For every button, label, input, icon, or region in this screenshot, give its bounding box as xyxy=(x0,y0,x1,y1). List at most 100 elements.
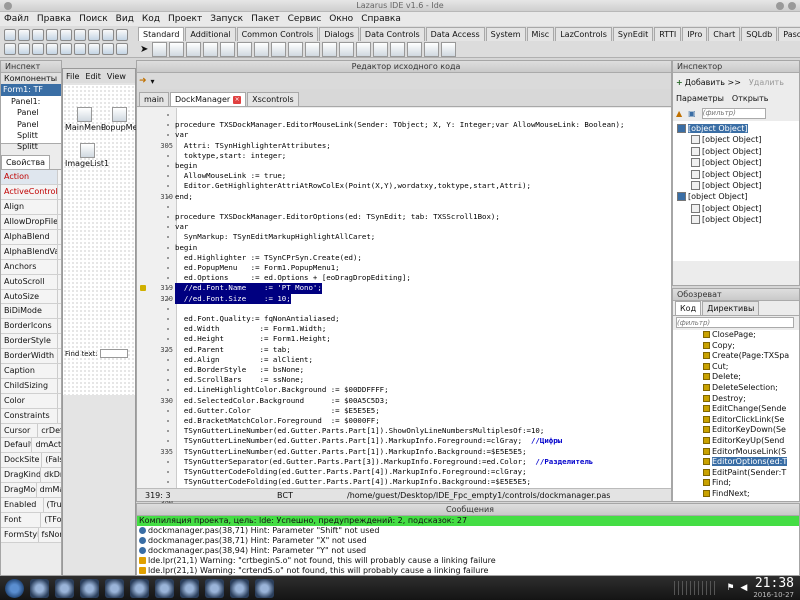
palette-pointer-icon[interactable]: ➤ xyxy=(140,44,148,55)
palette-component-icon[interactable] xyxy=(305,42,321,57)
property-row[interactable]: Anchors xyxy=(1,259,61,275)
package-tree-item[interactable]: [object Object] xyxy=(673,134,799,145)
open-button[interactable]: Открыть xyxy=(732,94,769,103)
property-row[interactable]: DragModedmManual xyxy=(1,483,61,498)
toolbar-icon[interactable] xyxy=(116,29,128,41)
window-menu-icon[interactable] xyxy=(4,2,12,10)
menu-item[interactable]: Запуск xyxy=(206,12,247,26)
property-row[interactable]: DefaultMonitordmActiveForm xyxy=(1,438,61,454)
flag-icon[interactable]: ⚑ xyxy=(726,583,734,593)
code-explorer-item[interactable]: EditorOptions(ed:T xyxy=(703,457,799,468)
palette-tab[interactable]: LazControls xyxy=(555,27,612,41)
code-explorer-item[interactable]: Create(Page:TXSpa xyxy=(703,351,799,362)
menu-item[interactable]: Правка xyxy=(33,12,75,26)
message-row[interactable]: dockmanager.pas(38,71) Hint: Parameter "… xyxy=(137,526,799,536)
toolbar-icon[interactable] xyxy=(102,43,114,55)
toolbar-icon[interactable] xyxy=(102,29,114,41)
property-row[interactable]: BiDiMode xyxy=(1,304,61,320)
toolbar-icon[interactable] xyxy=(46,29,58,41)
toolbar-icon[interactable] xyxy=(60,29,72,41)
find-input[interactable] xyxy=(99,349,128,358)
code-explorer-item[interactable]: DeleteSelection; xyxy=(703,383,799,394)
taskbar-app-icon[interactable] xyxy=(180,578,199,598)
add-icon[interactable]: + xyxy=(676,78,683,87)
code-explorer-item[interactable]: FindNext; xyxy=(703,489,799,500)
palette-component-icon[interactable] xyxy=(373,42,389,57)
palette-component-icon[interactable] xyxy=(271,42,287,57)
property-row[interactable]: CursorcrDefault xyxy=(1,423,61,439)
code-area[interactable]: 305310319320325330335340 procedure TXSDo… xyxy=(137,108,671,517)
clock-time[interactable]: 21:38 xyxy=(753,577,794,591)
palette-component-icon[interactable] xyxy=(356,42,372,57)
directory-icon[interactable]: ▣ xyxy=(688,109,696,118)
taskbar-app-icon[interactable] xyxy=(30,578,49,598)
palette-component-icon[interactable] xyxy=(339,42,355,57)
palette-component-icon[interactable] xyxy=(237,42,253,57)
component-tree-item[interactable]: Panel xyxy=(1,119,61,130)
designer-menu-item[interactable]: Edit xyxy=(82,72,104,81)
palette-tab[interactable]: SQLdb xyxy=(741,27,778,41)
tab-properties[interactable]: Свойства xyxy=(1,154,51,169)
property-row[interactable]: Caption xyxy=(1,363,61,379)
component-tree-item[interactable]: Panel1: xyxy=(1,96,61,107)
package-tree-item[interactable]: [object Object] xyxy=(673,203,799,214)
taskbar-app-icon[interactable] xyxy=(255,578,274,598)
code-explorer-item[interactable]: EditChange(Sende xyxy=(703,404,799,415)
toolbar-icon[interactable] xyxy=(60,43,72,55)
message-row[interactable]: lde.lpr(21,1) Warning: "crtendS.o" not f… xyxy=(137,566,799,576)
property-row[interactable]: Action xyxy=(1,170,61,186)
message-row[interactable]: dockmanager.pas(38,71) Hint: Parameter "… xyxy=(137,536,799,546)
code-explorer-item[interactable]: Copy; xyxy=(703,341,799,352)
volume-icon[interactable]: ◀ xyxy=(740,583,747,593)
property-row[interactable]: Color xyxy=(1,393,61,409)
menu-item[interactable]: Вид xyxy=(112,12,138,26)
taskbar-app-icon[interactable] xyxy=(230,578,249,598)
code-filter-input[interactable] xyxy=(676,317,794,328)
property-row[interactable]: Font(TFont) xyxy=(1,512,61,528)
toolbar-icon[interactable] xyxy=(4,43,16,55)
add-button[interactable]: Добавить >> xyxy=(685,78,741,87)
palette-tab[interactable]: IPro xyxy=(682,27,708,41)
minimize-icon[interactable] xyxy=(776,2,784,10)
close-icon[interactable] xyxy=(788,2,796,10)
package-tree-item[interactable]: [object Object] xyxy=(673,214,799,225)
package-tree-item[interactable]: [object Object] xyxy=(673,169,799,180)
code-explorer-item[interactable]: EditorKeyUp(Send xyxy=(703,436,799,447)
taskbar-app-icon[interactable] xyxy=(130,578,149,598)
mainmenu-component[interactable]: MainMenu xyxy=(65,107,106,132)
palette-tab[interactable]: System xyxy=(485,27,526,41)
code-explorer-item[interactable]: Cut; xyxy=(703,362,799,373)
property-row[interactable]: DockSite(False) xyxy=(1,453,61,469)
property-row[interactable]: BorderWidth xyxy=(1,349,61,364)
palette-component-icon[interactable] xyxy=(203,42,219,57)
component-tree-item[interactable]: Panel xyxy=(1,107,61,118)
toolbar-icon[interactable] xyxy=(4,29,16,41)
editor-tab[interactable]: DockManager × xyxy=(170,92,247,106)
property-row[interactable]: Enabled(True) xyxy=(1,497,61,513)
palette-component-icon[interactable] xyxy=(424,42,440,57)
taskbar-app-icon[interactable] xyxy=(155,578,174,598)
editor-tab[interactable]: main xyxy=(139,92,169,106)
toolbar-icon[interactable] xyxy=(74,43,86,55)
palette-tab[interactable]: Pascal Script xyxy=(778,27,800,41)
toolbar-icon[interactable] xyxy=(32,43,44,55)
remove-button[interactable]: Удалить xyxy=(749,78,784,87)
menu-item[interactable]: Поиск xyxy=(75,12,112,26)
menu-item[interactable]: Файл xyxy=(0,12,33,26)
taskbar-app-icon[interactable] xyxy=(80,578,99,598)
designer-menu-item[interactable]: View xyxy=(104,72,129,81)
imagelist-component[interactable]: ImageList1 xyxy=(65,143,109,168)
component-tree-item[interactable]: Splitt xyxy=(1,141,61,152)
property-row[interactable]: ChildSizing xyxy=(1,378,61,394)
palette-component-icon[interactable] xyxy=(288,42,304,57)
code-explorer-item[interactable]: EditorMouseLink(S xyxy=(703,447,799,458)
palette-component-icon[interactable] xyxy=(254,42,270,57)
property-row[interactable]: FormStylefsNormal xyxy=(1,527,61,543)
popupmenu-component[interactable]: PopupMenu xyxy=(101,107,137,132)
toolbar-icon[interactable] xyxy=(74,29,86,41)
property-row[interactable]: BorderStyle xyxy=(1,334,61,350)
palette-tab[interactable]: RTTI xyxy=(654,27,682,41)
code-explorer-tab[interactable]: Код xyxy=(675,301,702,315)
property-row[interactable]: DragKinddkDrag xyxy=(1,468,61,484)
toolbar-icon[interactable] xyxy=(46,43,58,55)
